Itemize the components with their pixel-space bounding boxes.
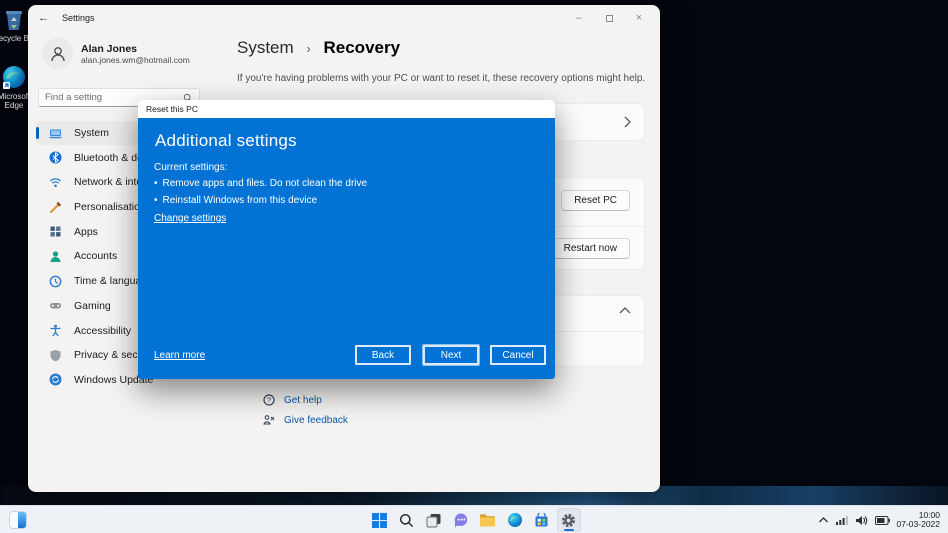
close-button[interactable]: × xyxy=(624,5,654,31)
task-view-icon xyxy=(426,513,442,528)
minimize-button[interactable]: – xyxy=(564,5,594,31)
page-title: Recovery xyxy=(323,38,401,57)
avatar xyxy=(42,38,73,69)
accounts-icon xyxy=(48,249,62,263)
learn-more-link[interactable]: Learn more xyxy=(154,350,205,361)
dialog-title: Reset this PC xyxy=(146,104,198,114)
system-tray: 10:00 07-03-2022 xyxy=(818,506,940,533)
current-settings-label: Current settings: xyxy=(154,162,228,173)
setting-item: Remove apps and files. Do not clean the … xyxy=(154,178,368,189)
reset-pc-button[interactable]: Reset PC xyxy=(561,190,630,211)
clock[interactable]: 10:00 07-03-2022 xyxy=(896,510,940,530)
volume-icon[interactable] xyxy=(855,515,868,526)
bluetooth-icon xyxy=(48,151,62,165)
breadcrumb: System › Recovery xyxy=(237,38,400,58)
cancel-button-dialog[interactable]: Cancel xyxy=(490,345,546,365)
clock-date: 07-03-2022 xyxy=(896,519,940,529)
taskbar-search-button[interactable] xyxy=(395,508,419,532)
maximize-button[interactable] xyxy=(594,5,624,31)
breadcrumb-parent[interactable]: System xyxy=(237,38,294,57)
window-title: Settings xyxy=(62,13,95,23)
get-help-icon: ? xyxy=(263,394,275,406)
apps-icon xyxy=(48,225,62,239)
file-explorer-button[interactable] xyxy=(476,508,500,532)
user-account-block[interactable]: Alan Jones alan.jones.wm@hotmail.com xyxy=(42,38,190,69)
store-icon xyxy=(534,512,549,528)
back-button[interactable]: ← xyxy=(38,12,49,24)
clock-icon xyxy=(48,274,62,288)
setting-item: Reinstall Windows from this device xyxy=(154,195,318,206)
restart-now-button[interactable]: Restart now xyxy=(550,238,630,259)
system-icon xyxy=(48,126,62,140)
chevron-up-icon xyxy=(618,306,632,315)
back-button-dialog[interactable]: Back xyxy=(355,345,411,365)
taskbar: 10:00 07-03-2022 xyxy=(0,505,948,533)
next-button-dialog[interactable]: Next xyxy=(423,345,479,365)
reset-pc-dialog: Reset this PC Additional settings Curren… xyxy=(138,100,555,379)
get-help-link[interactable]: ? Get help xyxy=(263,394,322,406)
user-email: alan.jones.wm@hotmail.com xyxy=(81,54,190,65)
edge-button[interactable] xyxy=(503,508,527,532)
task-view-button[interactable] xyxy=(422,508,446,532)
update-icon xyxy=(48,373,62,387)
window-titlebar[interactable]: ← Settings – × xyxy=(28,5,660,31)
dialog-titlebar[interactable]: Reset this PC xyxy=(138,100,555,118)
brush-icon xyxy=(48,200,62,214)
page-description: If you're having problems with your PC o… xyxy=(237,73,646,84)
network-icon[interactable] xyxy=(835,515,848,525)
feedback-icon xyxy=(263,414,275,426)
breadcrumb-separator: › xyxy=(306,41,311,56)
svg-text:?: ? xyxy=(267,396,271,405)
chat-button[interactable] xyxy=(449,508,473,532)
dialog-body: Additional settings Current settings: Re… xyxy=(138,118,555,379)
search-icon xyxy=(399,513,414,528)
wifi-icon xyxy=(48,175,62,189)
give-feedback-link[interactable]: Give feedback xyxy=(263,414,348,426)
edge-icon xyxy=(507,512,523,528)
gear-icon xyxy=(560,512,577,529)
battery-icon[interactable] xyxy=(874,515,890,525)
chevron-right-icon xyxy=(623,115,632,129)
desktop: Recycle Bin Microsoft Edge ← Settings xyxy=(0,0,948,533)
maximize-icon xyxy=(605,14,613,22)
gamepad-icon xyxy=(48,299,62,313)
windows-logo-icon xyxy=(372,512,387,528)
microsoft-store-button[interactable] xyxy=(530,508,554,532)
settings-taskbar-button[interactable] xyxy=(556,508,581,532)
chat-icon xyxy=(453,512,469,528)
change-settings-link[interactable]: Change settings xyxy=(154,213,226,224)
start-button[interactable] xyxy=(368,508,392,532)
hidden-icons-chevron[interactable] xyxy=(818,516,829,524)
user-name: Alan Jones xyxy=(81,42,138,55)
taskbar-center xyxy=(0,506,948,533)
shield-icon xyxy=(48,348,62,362)
dialog-heading: Additional settings xyxy=(155,131,297,150)
folder-icon xyxy=(479,513,496,528)
accessibility-icon xyxy=(48,324,62,338)
